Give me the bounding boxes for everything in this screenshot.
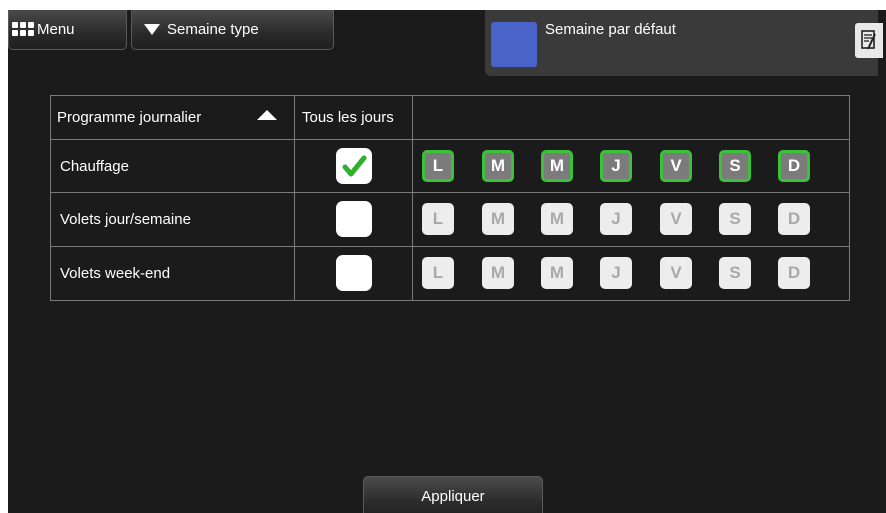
day-toggle[interactable]: S (719, 203, 751, 235)
table-border (849, 95, 850, 301)
note-edit-icon (861, 30, 876, 50)
all-days-checkbox[interactable] (336, 148, 372, 184)
all-days-checkbox[interactable] (336, 255, 372, 291)
week-type-label: Semaine type (167, 21, 259, 38)
day-toggle[interactable]: S (719, 150, 751, 182)
schedule-table: Programme journalier Tous les jours Chau… (50, 95, 850, 301)
day-toggle[interactable]: J (600, 203, 632, 235)
day-toggle[interactable]: V (660, 257, 692, 289)
row-label: Chauffage (60, 158, 129, 175)
week-type-dropdown[interactable]: Semaine type (131, 10, 334, 50)
apply-button[interactable]: Appliquer (363, 476, 543, 513)
row-label: Volets jour/semaine (60, 211, 191, 228)
day-toggle[interactable]: V (660, 150, 692, 182)
day-toggle[interactable]: M (541, 150, 573, 182)
table-border (50, 246, 850, 247)
day-toggle[interactable]: M (541, 257, 573, 289)
profile-name: Semaine par défaut (545, 21, 676, 38)
day-toggle[interactable]: M (541, 203, 573, 235)
table-border (50, 192, 850, 193)
all-days-checkbox[interactable] (336, 201, 372, 237)
profile-color-swatch[interactable] (491, 22, 537, 67)
day-toggle[interactable]: M (482, 257, 514, 289)
app-screen: Menu Semaine type Semaine par défaut Pro… (8, 10, 886, 513)
day-toggle[interactable]: D (778, 203, 810, 235)
table-border (50, 95, 850, 96)
checkmark-icon (342, 155, 367, 177)
day-toggle[interactable]: D (778, 150, 810, 182)
row-label: Volets week-end (60, 265, 171, 282)
table-border (50, 95, 51, 301)
day-toggle[interactable]: L (422, 203, 454, 235)
day-toggle[interactable]: J (600, 150, 632, 182)
menu-label: Menu (37, 21, 75, 38)
all-days-header: Tous les jours (302, 109, 394, 126)
day-toggle[interactable]: J (600, 257, 632, 289)
day-toggle[interactable]: V (660, 203, 692, 235)
day-toggle[interactable]: D (778, 257, 810, 289)
menu-button[interactable]: Menu (8, 10, 127, 50)
week-profile-panel[interactable]: Semaine par défaut (485, 10, 878, 76)
table-border (294, 95, 295, 301)
day-toggle[interactable]: M (482, 150, 514, 182)
day-toggle[interactable]: M (482, 203, 514, 235)
day-toggle[interactable]: S (719, 257, 751, 289)
triangle-down-icon (144, 24, 160, 35)
program-header: Programme journalier (57, 109, 202, 126)
day-toggle[interactable]: L (422, 257, 454, 289)
grid-menu-icon (12, 22, 34, 37)
sort-ascending-icon[interactable] (257, 110, 277, 120)
table-border (412, 95, 413, 301)
table-border (50, 139, 850, 140)
edit-note-button[interactable] (855, 23, 883, 58)
table-border (50, 300, 850, 301)
day-toggle[interactable]: L (422, 150, 454, 182)
